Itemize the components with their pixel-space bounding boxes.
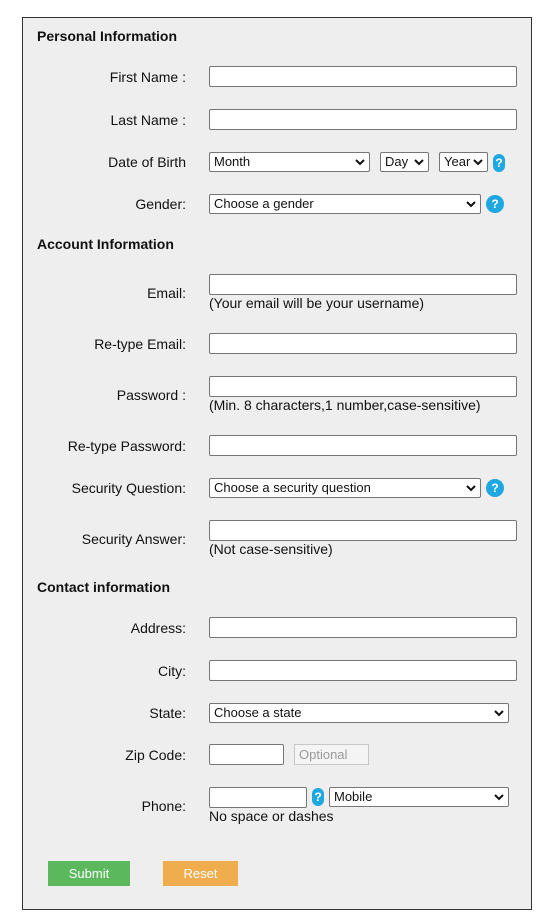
gender-label: Gender: bbox=[135, 196, 186, 212]
security-question-select[interactable]: Choose a security question bbox=[209, 478, 481, 498]
email-input[interactable] bbox=[209, 274, 517, 295]
day-select[interactable]: Day bbox=[380, 152, 429, 172]
zip-extension-input[interactable]: Optional bbox=[294, 744, 369, 765]
retype-email-label: Re-type Email: bbox=[94, 336, 186, 352]
password-input[interactable] bbox=[209, 376, 517, 397]
day-select-value: Day bbox=[385, 154, 409, 169]
chevron-down-icon bbox=[494, 794, 504, 801]
section-account-heading: Account Information bbox=[37, 236, 174, 252]
chevron-down-icon bbox=[414, 159, 424, 166]
city-input[interactable] bbox=[209, 660, 517, 681]
month-select[interactable]: Month bbox=[209, 152, 370, 172]
security-question-value: Choose a security question bbox=[214, 480, 371, 495]
chevron-down-icon bbox=[494, 710, 504, 717]
submit-button[interactable]: Submit bbox=[48, 861, 130, 886]
state-label: State: bbox=[149, 705, 186, 721]
registration-form bbox=[22, 17, 532, 910]
first-name-label: First Name : bbox=[109, 69, 186, 85]
security-question-label: Security Question: bbox=[71, 480, 186, 496]
section-personal-heading: Personal Information bbox=[37, 28, 178, 44]
email-hint: (Your email will be your username) bbox=[209, 295, 425, 311]
address-label: Address: bbox=[130, 620, 186, 636]
section-contact-heading: Contact information bbox=[37, 579, 170, 595]
last-name-label: Last Name : bbox=[110, 112, 186, 128]
address-input[interactable] bbox=[209, 617, 517, 638]
security-question-help-icon[interactable]: ? bbox=[486, 479, 504, 497]
first-name-input[interactable] bbox=[209, 66, 517, 87]
gender-help-icon[interactable]: ? bbox=[486, 195, 504, 213]
password-label: Password : bbox=[116, 387, 186, 403]
chevron-down-icon bbox=[355, 159, 365, 166]
phone-input[interactable] bbox=[209, 787, 307, 808]
phone-type-value: Mobile bbox=[334, 789, 373, 804]
security-answer-input[interactable] bbox=[209, 520, 517, 541]
state-select[interactable]: Choose a state bbox=[209, 703, 509, 723]
email-label: Email: bbox=[147, 285, 186, 301]
phone-hint: No space or dashes bbox=[209, 808, 334, 824]
chevron-down-icon bbox=[466, 485, 476, 492]
last-name-input[interactable] bbox=[209, 109, 517, 130]
gender-select[interactable]: Choose a gender bbox=[209, 194, 481, 214]
retype-password-input[interactable] bbox=[209, 435, 517, 456]
month-select-value: Month bbox=[214, 154, 251, 169]
city-label: City: bbox=[158, 663, 186, 679]
chevron-down-icon bbox=[473, 159, 483, 166]
reset-button[interactable]: Reset bbox=[163, 861, 238, 886]
security-answer-label: Security Answer: bbox=[81, 531, 186, 547]
zip-label: Zip Code: bbox=[125, 747, 186, 763]
dob-label: Date of Birth bbox=[108, 154, 186, 170]
year-select[interactable]: Year bbox=[439, 152, 488, 172]
phone-type-select[interactable]: Mobile bbox=[329, 787, 509, 807]
retype-email-input[interactable] bbox=[209, 333, 517, 354]
zip-input[interactable] bbox=[209, 744, 284, 765]
phone-help-icon[interactable]: ? bbox=[312, 788, 324, 806]
year-select-value: Year bbox=[444, 154, 471, 169]
state-select-value: Choose a state bbox=[214, 705, 302, 720]
chevron-down-icon bbox=[466, 201, 476, 208]
retype-password-label: Re-type Password: bbox=[67, 438, 186, 454]
password-hint: (Min. 8 characters,1 number,case-sensiti… bbox=[209, 397, 481, 413]
dob-help-icon[interactable]: ? bbox=[493, 154, 505, 172]
gender-select-value: Choose a gender bbox=[214, 196, 314, 211]
phone-label: Phone: bbox=[141, 798, 186, 814]
security-answer-hint: (Not case-sensitive) bbox=[209, 541, 333, 557]
